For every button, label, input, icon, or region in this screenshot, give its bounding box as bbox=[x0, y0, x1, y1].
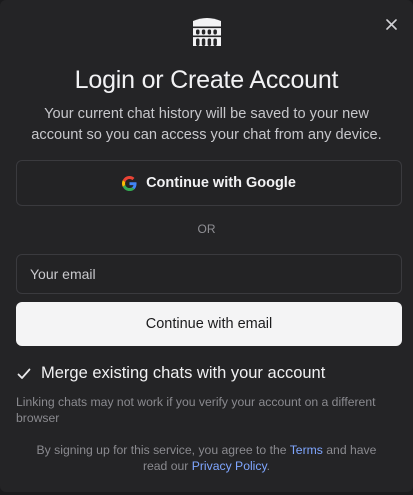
close-button[interactable] bbox=[381, 14, 401, 34]
privacy-policy-link[interactable]: Privacy Policy bbox=[192, 459, 267, 473]
or-divider: OR bbox=[197, 222, 216, 236]
continue-with-google-button[interactable]: Continue with Google bbox=[16, 160, 402, 206]
dialog-title: Login or Create Account bbox=[74, 66, 339, 94]
linking-note: Linking chats may not work if you verify… bbox=[16, 395, 376, 425]
close-icon bbox=[385, 18, 397, 30]
google-icon bbox=[122, 175, 137, 191]
colosseum-logo-icon bbox=[193, 18, 221, 46]
email-field[interactable] bbox=[16, 254, 402, 294]
merge-checkbox[interactable] bbox=[16, 366, 32, 382]
merge-chats-checkbox-row[interactable]: Merge existing chats with your account bbox=[16, 364, 325, 383]
merge-chats-label: Merge existing chats with your account bbox=[41, 364, 326, 382]
terms-suffix: . bbox=[266, 459, 271, 473]
google-button-label: Continue with Google bbox=[146, 175, 296, 191]
checkmark-icon bbox=[17, 368, 31, 379]
terms-link[interactable]: Terms bbox=[290, 443, 323, 457]
terms-prefix: By signing up for this service, you agre… bbox=[36, 443, 290, 457]
dialog-subtitle: Your current chat history will be saved … bbox=[31, 106, 382, 143]
terms-text: By signing up for this service, you agre… bbox=[24, 442, 389, 474]
login-dialog: Login or Create Account Your current cha… bbox=[0, 0, 413, 492]
continue-with-email-button[interactable]: Continue with email bbox=[16, 302, 402, 346]
